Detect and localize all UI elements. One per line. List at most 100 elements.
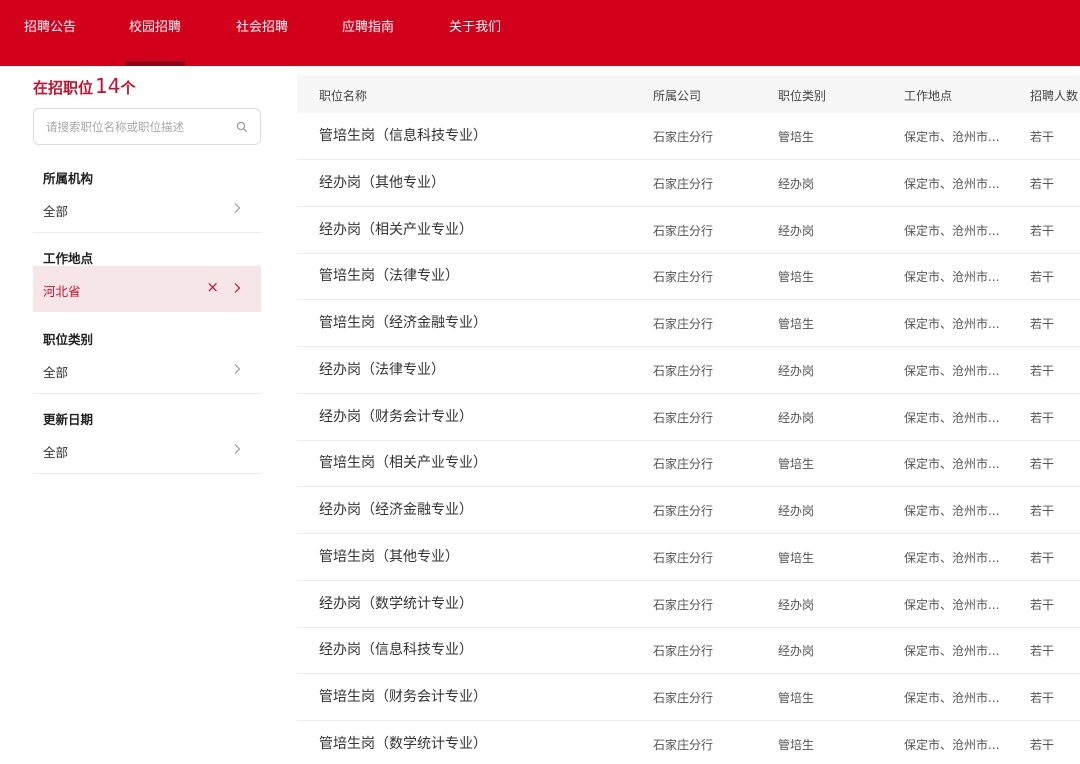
nav-item-social-recruitment[interactable]: 社会招聘 — [236, 20, 288, 36]
company: 石家庄分行 — [653, 504, 714, 518]
table-row[interactable]: 经办岗（信息科技专业） 石家庄分行 经办岗 保定市、沧州市... 若干 — [297, 627, 1080, 674]
position-name[interactable]: 管培生岗（经济金融专业） — [319, 312, 487, 332]
position-name[interactable]: 管培生岗（数学统计专业） — [319, 733, 487, 753]
headcount: 若干 — [1030, 224, 1055, 238]
top-nav-bar: 招聘公告 校园招聘 社会招聘 应聘指南 关于我们 — [0, 0, 1080, 66]
position-name[interactable]: 经办岗（经济金融专业） — [319, 499, 473, 519]
filter-category[interactable]: 全部 — [33, 347, 261, 393]
position-name[interactable]: 管培生岗（法律专业） — [319, 265, 459, 285]
table-row[interactable]: 管培生岗（经济金融专业） 石家庄分行 管培生 保定市、沧州市... 若干 — [297, 300, 1080, 347]
headcount: 若干 — [1030, 504, 1055, 518]
category: 经办岗 — [778, 364, 815, 378]
location: 保定市、沧州市... — [904, 130, 1000, 144]
headcount: 若干 — [1030, 598, 1055, 612]
filter-title-location: 工作地点 — [43, 251, 94, 266]
nav-item-campus-recruitment[interactable]: 校园招聘 — [124, 20, 186, 66]
company: 石家庄分行 — [653, 364, 714, 378]
table-row[interactable]: 管培生岗（数学统计专业） 石家庄分行 管培生 保定市、沧州市... 若干 — [297, 721, 1080, 764]
table-row[interactable]: 管培生岗（法律专业） 石家庄分行 管培生 保定市、沧州市... 若干 — [297, 253, 1080, 300]
filter-update-date[interactable]: 全部 — [33, 427, 261, 473]
headcount: 若干 — [1030, 411, 1055, 425]
location: 保定市、沧州市... — [904, 364, 1000, 378]
company: 石家庄分行 — [653, 644, 714, 658]
count-value: 14 — [95, 74, 121, 98]
position-name[interactable]: 管培生岗（其他专业） — [319, 546, 459, 566]
company: 石家庄分行 — [653, 317, 714, 331]
nav-item-about-us[interactable]: 关于我们 — [449, 20, 501, 36]
header-category: 职位类别 — [778, 89, 827, 103]
filter-title-organization: 所属机构 — [43, 171, 94, 186]
location: 保定市、沧州市... — [904, 224, 1000, 238]
company: 石家庄分行 — [653, 457, 714, 471]
location: 保定市、沧州市... — [904, 504, 1000, 518]
position-name[interactable]: 经办岗（数学统计专业） — [319, 593, 473, 613]
count-label: 在招职位 — [33, 79, 94, 97]
filter-organization[interactable]: 全部 — [33, 186, 261, 232]
position-name[interactable]: 经办岗（财务会计专业） — [319, 406, 473, 426]
headcount: 若干 — [1030, 270, 1055, 284]
headcount: 若干 — [1030, 364, 1055, 378]
company: 石家庄分行 — [653, 551, 714, 565]
position-name[interactable]: 经办岗（法律专业） — [319, 359, 445, 379]
filter-category-value: 全部 — [43, 365, 69, 380]
company: 石家庄分行 — [653, 411, 714, 425]
table-row[interactable]: 管培生岗（其他专业） 石家庄分行 管培生 保定市、沧州市... 若干 — [297, 534, 1080, 581]
filter-location[interactable]: 河北省 × — [33, 266, 261, 312]
table-row[interactable]: 管培生岗（信息科技专业） 石家庄分行 管培生 保定市、沧州市... 若干 — [297, 113, 1080, 160]
table-row[interactable]: 管培生岗（相关产业专业） 石家庄分行 管培生 保定市、沧州市... 若干 — [297, 440, 1080, 487]
header-position-name: 职位名称 — [319, 89, 368, 103]
filter-title-category: 职位类别 — [43, 332, 94, 347]
headcount: 若干 — [1030, 738, 1055, 752]
category: 管培生 — [778, 457, 815, 471]
category: 管培生 — [778, 317, 815, 331]
table-row[interactable]: 经办岗（经济金融专业） 石家庄分行 经办岗 保定市、沧州市... 若干 — [297, 487, 1080, 534]
location: 保定市、沧州市... — [904, 598, 1000, 612]
divider — [33, 393, 261, 394]
divider — [33, 232, 261, 233]
location: 保定市、沧州市... — [904, 411, 1000, 425]
chevron-right-icon — [234, 203, 241, 213]
category: 管培生 — [778, 738, 815, 752]
company: 石家庄分行 — [653, 598, 714, 612]
table-row[interactable]: 经办岗（相关产业专业） 石家庄分行 经办岗 保定市、沧州市... 若干 — [297, 207, 1080, 254]
table-row[interactable]: 经办岗（其他专业） 石家庄分行 经办岗 保定市、沧州市... 若干 — [297, 160, 1080, 207]
position-name[interactable]: 管培生岗（相关产业专业） — [319, 452, 487, 472]
position-name[interactable]: 经办岗（其他专业） — [319, 172, 445, 192]
nav-item-announcements[interactable]: 招聘公告 — [24, 20, 76, 36]
category: 管培生 — [778, 691, 815, 705]
count-unit: 个 — [120, 79, 136, 97]
header-location: 工作地点 — [904, 89, 953, 103]
position-name[interactable]: 经办岗（相关产业专业） — [319, 219, 473, 239]
location: 保定市、沧州市... — [904, 457, 1000, 471]
category: 经办岗 — [778, 411, 815, 425]
category: 经办岗 — [778, 598, 815, 612]
location: 保定市、沧州市... — [904, 738, 1000, 752]
position-name[interactable]: 管培生岗（财务会计专业） — [319, 686, 487, 706]
filter-update-date-value: 全部 — [43, 445, 69, 460]
search-icon[interactable] — [236, 121, 248, 133]
headcount: 若干 — [1030, 317, 1055, 331]
location: 保定市、沧州市... — [904, 644, 1000, 658]
table-row[interactable]: 管培生岗（财务会计专业） 石家庄分行 管培生 保定市、沧州市... 若干 — [297, 674, 1080, 721]
table-header: 职位名称 所属公司 职位类别 工作地点 招聘人数 — [297, 75, 1080, 113]
nav-item-application-guide[interactable]: 应聘指南 — [342, 20, 394, 36]
search-input[interactable] — [46, 109, 231, 144]
company: 石家庄分行 — [653, 691, 714, 705]
clear-location-button[interactable]: × — [206, 278, 219, 296]
table-row[interactable]: 经办岗（财务会计专业） 石家庄分行 经办岗 保定市、沧州市... 若干 — [297, 394, 1080, 441]
filter-organization-value: 全部 — [43, 204, 69, 219]
position-name[interactable]: 经办岗（信息科技专业） — [319, 639, 473, 659]
category: 管培生 — [778, 551, 815, 565]
headcount: 若干 — [1030, 130, 1055, 144]
company: 石家庄分行 — [653, 224, 714, 238]
position-name[interactable]: 管培生岗（信息科技专业） — [319, 125, 487, 145]
company: 石家庄分行 — [653, 270, 714, 284]
table-row[interactable]: 经办岗（法律专业） 石家庄分行 经办岗 保定市、沧州市... 若干 — [297, 347, 1080, 394]
headcount: 若干 — [1030, 691, 1055, 705]
headcount: 若干 — [1030, 177, 1055, 191]
header-company: 所属公司 — [653, 89, 702, 103]
table-row[interactable]: 经办岗（数学统计专业） 石家庄分行 经办岗 保定市、沧州市... 若干 — [297, 581, 1080, 628]
category: 经办岗 — [778, 504, 815, 518]
chevron-right-icon — [234, 444, 241, 454]
divider — [33, 473, 261, 474]
